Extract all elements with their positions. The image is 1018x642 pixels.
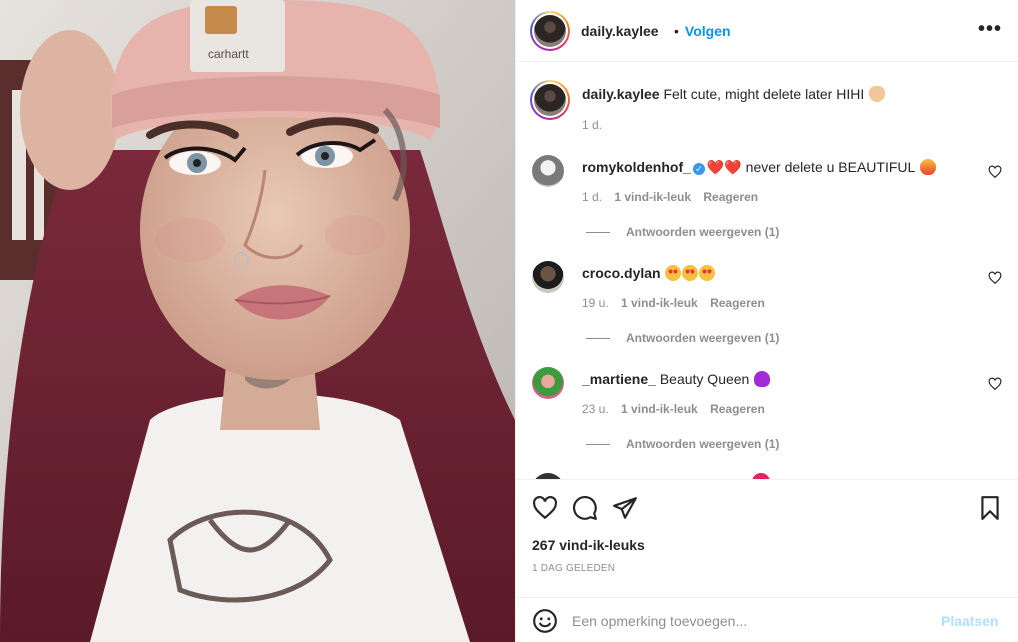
caption-avatar[interactable] [530,80,570,120]
caption-time: 1 d. [582,118,603,132]
view-replies-button[interactable]: Antwoorden weergeven (1) [586,225,779,239]
reply-button[interactable]: Reageren [710,296,765,310]
share-paper-plane-icon[interactable] [612,495,638,521]
commenter-avatar[interactable] [532,367,564,399]
comment-time: 23 u. [582,402,609,416]
post-actions: 267 vind-ik-leuks 1 DAG GELEDEN Plaatsen [516,479,1018,642]
replies-line [586,232,610,234]
heart-eyes-icon [699,265,716,281]
replies-line [586,444,610,446]
reply-button[interactable]: Reageren [703,190,758,204]
heart-eyes-icon [665,265,682,281]
comments-list[interactable]: daily.kaylee Felt cute, might delete lat… [516,63,1018,479]
author-username[interactable]: daily.kaylee [581,23,659,39]
post-comment-button[interactable]: Plaatsen [941,613,999,629]
like-comment-heart-icon[interactable] [988,377,1002,391]
emoji-smiley-icon[interactable] [532,608,558,634]
comment-username[interactable]: romykoldenhof_ [582,159,691,175]
selfie-image: carhartt [0,0,515,642]
post-caption: daily.kaylee Felt cute, might delete lat… [516,63,1018,143]
comment-meta: 1 d. 1 vind-ik-leuk Reageren [582,190,767,204]
view-replies-button[interactable]: Antwoorden weergeven (1) [586,331,779,345]
separator-dot: • [674,23,679,39]
reply-button[interactable]: Reageren [710,402,765,416]
comment-likes[interactable]: 1 vind-ik-leuk [614,190,691,204]
heart-eyes-icon [682,265,699,281]
comment-likes[interactable]: 1 vind-ik-leuk [621,402,698,416]
comment-item: romykoldenhof_ ✓ ❤️❤️ never delete u BEAUT… [516,155,1018,261]
comment-time: 1 d. [582,190,603,204]
follow-label: Volgen [684,23,731,39]
replies-line [586,338,610,340]
caption-username[interactable]: daily.kaylee [582,86,660,102]
save-bookmark-icon[interactable] [977,495,1003,521]
beanie-label: carhartt [208,47,249,61]
comment-text-line: _martiene_ Beauty Queen [582,371,771,387]
comment-item: _martiene_ Beauty Queen 23 u. 1 vind-ik-… [516,367,1018,473]
likes-count[interactable]: 267 vind-ik-leuks [532,537,645,553]
view-replies-label: Antwoorden weergeven (1) [626,331,780,345]
comment-meta: 19 u. 1 vind-ik-leuk Reageren [582,296,774,310]
view-replies-button[interactable]: Antwoorden weergeven (1) [586,437,779,451]
comment-username[interactable]: _martiene_ [582,371,656,387]
comment-text-line: croco.dylan [582,265,716,281]
post-header: daily.kaylee • Volgen ••• [516,0,1018,62]
comment-text-line: romykoldenhof_ ✓ ❤️❤️ never delete u BEAUT… [582,159,936,176]
caption-text: Felt cute, might delete later HIHI [663,86,865,102]
view-replies-label: Antwoorden weergeven (1) [626,225,780,239]
comment-item: croco.dylan 19 u. 1 vind-ik-leuk Reagere… [516,261,1018,367]
waving-hand-icon [869,86,886,102]
comment-bubble-icon[interactable] [572,495,598,521]
comment-text: never delete u BEAUTIFUL [745,159,915,175]
red-hearts-emoji: ❤️❤️ [706,159,742,175]
comment-likes[interactable]: 1 vind-ik-leuk [621,296,698,310]
follow-button[interactable]: • Volgen [674,23,731,39]
comment-meta: 23 u. 1 vind-ik-leuk Reageren [582,402,774,416]
commenter-avatar[interactable] [532,261,564,293]
comment-username[interactable]: croco.dylan [582,265,661,281]
comment-text: Beauty Queen [659,371,750,387]
post-photo[interactable]: carhartt [0,0,515,642]
add-comment-bar: Plaatsen [516,597,1018,642]
view-replies-label: Antwoorden weergeven (1) [626,437,780,451]
fire-icon [919,159,936,175]
commenter-avatar[interactable] [532,155,564,187]
like-comment-heart-icon[interactable] [988,271,1002,285]
author-avatar[interactable] [530,11,570,51]
comment-time: 19 u. [582,296,609,310]
like-heart-icon[interactable] [532,495,558,521]
verified-badge-icon: ✓ [692,163,705,175]
comment-input[interactable] [572,608,922,634]
post-details-panel: daily.kaylee • Volgen ••• daily.kaylee Fe… [515,0,1018,642]
like-comment-heart-icon[interactable] [988,165,1002,179]
post-time-ago: 1 DAG GELEDEN [532,563,616,574]
caption-text-line: daily.kaylee Felt cute, might delete lat… [582,86,886,102]
more-options-icon[interactable]: ••• [978,18,1002,41]
purple-heart-icon [754,371,771,387]
